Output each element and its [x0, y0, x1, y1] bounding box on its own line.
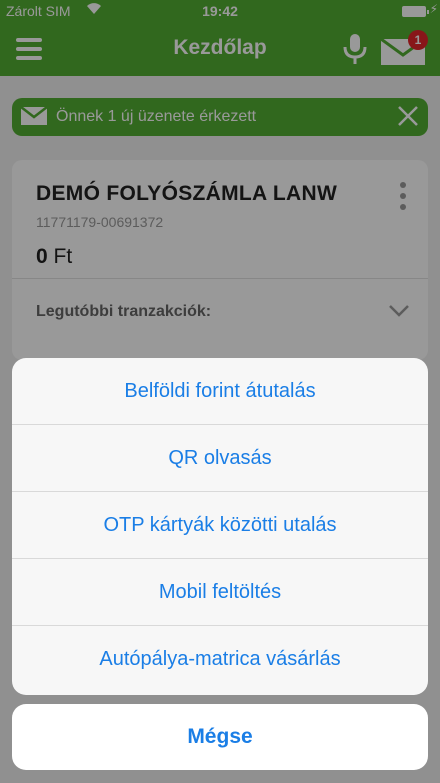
cancel-button[interactable]: Mégse: [12, 704, 428, 770]
action-domestic-transfer[interactable]: Belföldi forint átutalás: [12, 358, 428, 425]
action-card-transfer[interactable]: OTP kártyák közötti utalás: [12, 492, 428, 559]
action-mobile-topup[interactable]: Mobil feltöltés: [12, 559, 428, 626]
action-vignette-purchase[interactable]: Autópálya-matrica vásárlás: [12, 626, 428, 693]
action-qr-scan[interactable]: QR olvasás: [12, 425, 428, 492]
action-sheet: Belföldi forint átutalás QR olvasás OTP …: [12, 358, 428, 695]
